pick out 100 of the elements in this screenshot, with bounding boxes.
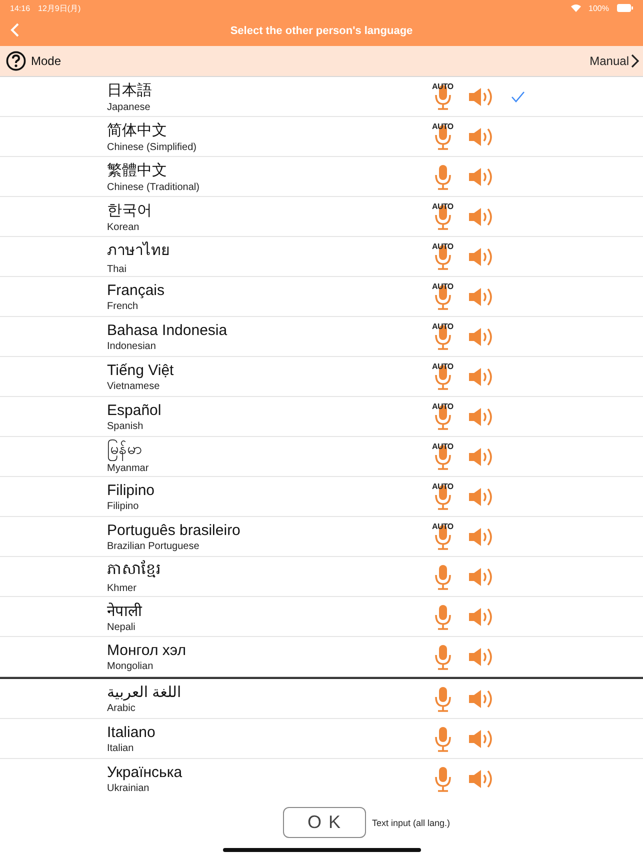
language-row[interactable]: Bahasa Indonesia Indonesian AUTO	[0, 317, 643, 357]
microphone-icon	[434, 162, 452, 190]
language-native-name: 한국어	[107, 200, 153, 220]
microphone-button[interactable]: AUTO	[431, 282, 455, 312]
microphone-button[interactable]: AUTO	[431, 202, 455, 232]
language-native-name: ភាសាខ្មែរ	[107, 559, 162, 580]
language-english-name: French	[107, 300, 140, 312]
language-native-name: اللغة العربية	[107, 683, 182, 701]
language-row[interactable]: Français French AUTO	[0, 277, 643, 317]
microphone-icon	[434, 362, 452, 390]
language-native-name: Português brasileiro	[107, 522, 242, 538]
microphone-icon	[434, 442, 452, 470]
language-english-name: Vietnamese	[107, 380, 161, 392]
language-native-name: 日本語	[107, 80, 153, 100]
language-row[interactable]: ភាសាខ្មែរ Khmer	[0, 557, 643, 597]
language-native-name: Українська	[107, 764, 184, 780]
language-english-name: Chinese (Traditional)	[107, 182, 200, 192]
microphone-icon	[434, 562, 452, 590]
auto-label: AUTO	[432, 522, 454, 530]
battery-icon	[617, 4, 633, 12]
microphone-icon	[434, 764, 452, 792]
microphone-icon	[434, 282, 452, 310]
microphone-button[interactable]: AUTO	[431, 362, 455, 392]
microphone-button[interactable]: AUTO	[431, 122, 455, 152]
language-english-name: Myanmar	[107, 463, 150, 474]
auto-label: AUTO	[432, 82, 454, 90]
language-row[interactable]: 简体中文 Chinese (Simplified) AUTO	[0, 117, 643, 157]
auto-label: AUTO	[432, 322, 454, 330]
help-icon[interactable]	[6, 51, 26, 71]
language-row[interactable]: Português brasileiro Brazilian Portuguese AUTO	[0, 517, 643, 557]
language-english-name: Japanese	[107, 102, 152, 112]
language-native-name: Italiano	[107, 724, 156, 740]
language-row[interactable]: Монгол хэл Mongolian	[0, 637, 643, 677]
language-row[interactable]: Українська Ukrainian	[0, 759, 643, 794]
microphone-icon	[434, 402, 452, 430]
language-row[interactable]: 日本語 Japanese AUTO	[0, 77, 643, 117]
language-row[interactable]: Filipino Filipino AUTO	[0, 477, 643, 517]
mode-label: Mode	[31, 54, 62, 68]
auto-label: AUTO	[432, 282, 454, 290]
auto-label: AUTO	[432, 362, 454, 370]
language-english-name: Brazilian Portuguese	[107, 540, 200, 552]
language-english-name: Nepali	[107, 622, 136, 633]
ok-button[interactable]: O K	[282, 807, 366, 838]
language-row[interactable]: Tiếng Việt Vietnamese AUTO	[0, 357, 643, 397]
status-date: 12月9日(月)	[38, 2, 81, 14]
microphone-button[interactable]: AUTO	[431, 242, 455, 272]
microphone-icon	[434, 82, 452, 110]
language-english-name: Arabic	[107, 703, 136, 714]
microphone-icon	[434, 724, 452, 752]
microphone-icon	[434, 122, 452, 150]
language-native-name: Filipino	[107, 482, 156, 498]
language-english-name: Thai	[107, 264, 128, 275]
microphone-icon	[434, 642, 452, 670]
auto-label: AUTO	[432, 402, 454, 410]
language-row[interactable]: 繁體中文 Chinese (Traditional)	[0, 157, 643, 197]
microphone-icon	[434, 322, 452, 350]
language-english-name: Ukrainian	[107, 782, 150, 794]
microphone-button[interactable]: AUTO	[431, 522, 455, 552]
language-native-name: Français	[107, 282, 166, 298]
mode-selector[interactable]: Manual	[590, 54, 639, 68]
auto-label: AUTO	[432, 122, 454, 130]
language-english-name: Italian	[107, 742, 135, 754]
text-input-note: Text input (all lang.)	[372, 818, 450, 828]
language-english-name: Spanish	[107, 420, 144, 432]
microphone-icon	[434, 482, 452, 510]
microphone-icon	[434, 684, 452, 712]
language-english-name: Indonesian	[107, 340, 157, 352]
chevron-right-icon	[631, 54, 639, 68]
language-native-name: မြန်မာ	[107, 439, 427, 461]
language-row[interactable]: Italiano Italian	[0, 719, 643, 759]
battery-percent: 100%	[588, 4, 609, 12]
language-native-name: 简体中文	[107, 120, 168, 140]
microphone-button[interactable]: AUTO	[431, 482, 455, 512]
language-row[interactable]: မြန်မာ Myanmar AUTO	[0, 437, 643, 477]
language-row[interactable]: 한국어 Korean AUTO	[0, 197, 643, 237]
microphone-icon	[434, 602, 452, 630]
language-row[interactable]: Español Spanish AUTO	[0, 397, 643, 437]
language-row[interactable]: ภาษาไทย Thai AUTO	[0, 237, 643, 277]
language-english-name: Chinese (Simplified)	[107, 142, 198, 152]
microphone-button[interactable]: AUTO	[431, 402, 455, 432]
language-native-name: 繁體中文	[107, 160, 168, 180]
language-english-name: Korean	[107, 222, 140, 232]
language-native-name: Español	[107, 402, 162, 418]
microphone-icon	[434, 242, 452, 270]
language-native-name: नेपाली	[107, 602, 144, 620]
language-native-name: Монгол хэл	[107, 642, 187, 658]
status-time: 14:16	[10, 4, 30, 12]
microphone-button[interactable]: AUTO	[431, 322, 455, 352]
microphone-icon	[434, 522, 452, 550]
microphone-button[interactable]: AUTO	[431, 442, 455, 472]
language-native-name: ภาษาไทย	[107, 240, 171, 261]
nav-title: Select the other person's language	[230, 25, 413, 37]
auto-label: AUTO	[432, 482, 454, 490]
language-native-name: Tiếng Việt	[107, 362, 175, 378]
microphone-button[interactable]: AUTO	[431, 82, 455, 112]
wifi-icon	[570, 4, 581, 12]
language-native-name: Bahasa Indonesia	[107, 322, 228, 338]
language-row[interactable]: नेपाली Nepali	[0, 597, 643, 637]
language-english-name: Mongolian	[107, 660, 154, 672]
microphone-icon	[434, 202, 452, 230]
